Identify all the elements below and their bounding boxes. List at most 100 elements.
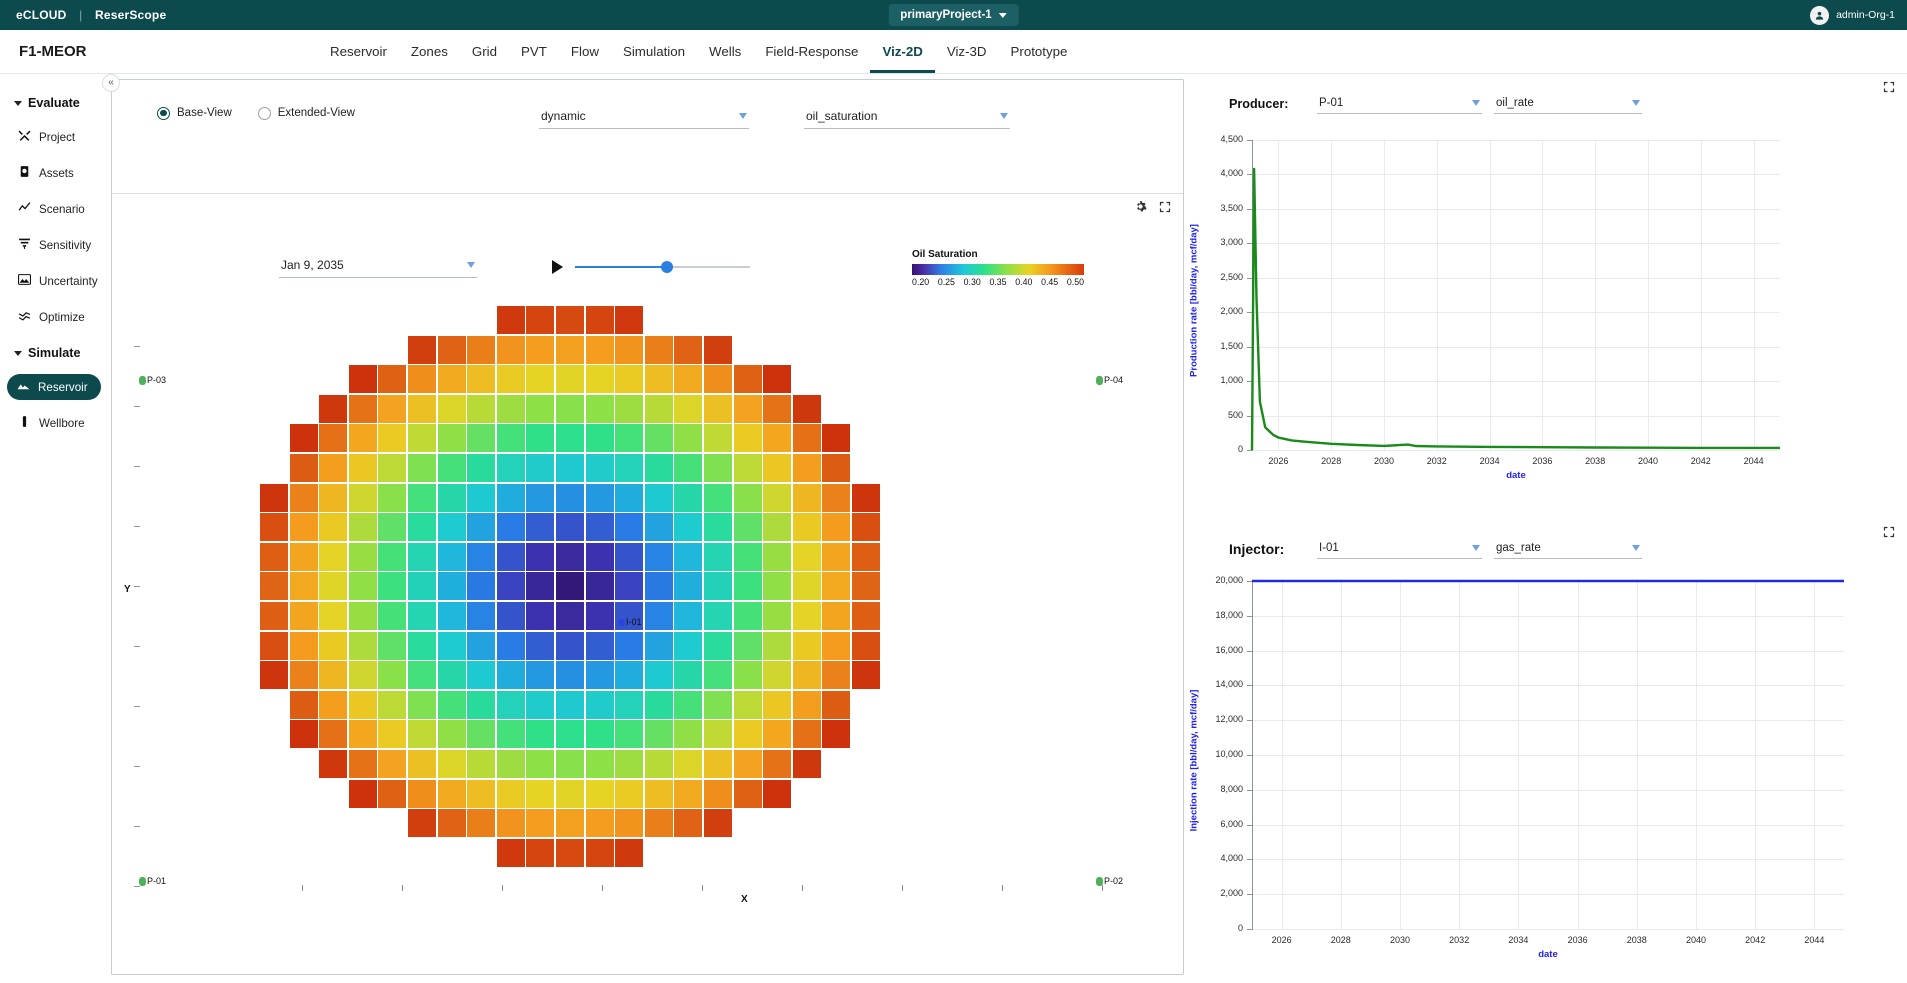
- heatmap-cell: [733, 394, 762, 423]
- producer-dot-icon: [139, 375, 146, 385]
- legend-tick: 0.40: [1015, 277, 1033, 287]
- well-label: I-01: [626, 617, 642, 627]
- heatmap-cell: [378, 483, 407, 512]
- sidebar-collapse-button[interactable]: «: [102, 74, 120, 92]
- well-charts-column: Producer: P-01 oil_rate 0 500 1,000 1,500 2,…: [1184, 74, 1907, 983]
- project-selector[interactable]: primaryProject-1: [888, 4, 1019, 26]
- tab-pvt[interactable]: PVT: [509, 30, 559, 73]
- expand-icon[interactable]: [1883, 80, 1895, 98]
- sidebar-item-label: Optimize: [39, 310, 85, 324]
- sidebar-item-sensitivity[interactable]: Sensitivity: [14, 232, 105, 258]
- heatmap-cell: [822, 572, 851, 601]
- heatmap-cell: [704, 631, 732, 660]
- heatmap-cell: [733, 572, 762, 601]
- tab-viz-2d[interactable]: Viz-2D: [870, 30, 934, 73]
- sidebar-group-simulate[interactable]: Simulate: [0, 342, 111, 364]
- heatmap-cell: [348, 750, 377, 778]
- well-marker-p-02[interactable]: P-02: [1096, 876, 1123, 886]
- sidebar-item-project[interactable]: Project: [14, 124, 105, 150]
- tab-grid[interactable]: Grid: [460, 30, 509, 73]
- heatmap-cell: [289, 454, 318, 482]
- tab-viz-3d[interactable]: Viz-3D: [935, 30, 999, 73]
- gear-icon[interactable]: [1134, 200, 1147, 215]
- heatmap-cell: [763, 365, 792, 394]
- heatmap-cell: [437, 365, 466, 394]
- heatmap-cell: [792, 424, 821, 453]
- heatmap-cell: [319, 661, 348, 690]
- tab-wells[interactable]: Wells: [697, 30, 753, 73]
- heatmap-cell: [526, 394, 555, 423]
- tab-simulation[interactable]: Simulation: [611, 30, 697, 73]
- heatmap-cell: [644, 779, 673, 808]
- heatmap-cell: [348, 779, 377, 808]
- heatmap-cell: [763, 631, 792, 660]
- heatmap-cell: [674, 454, 703, 482]
- heatmap-cell: [260, 542, 288, 571]
- heatmap-cell: [467, 750, 496, 778]
- heatmap-cell: [763, 513, 792, 542]
- well-marker-p-03[interactable]: P-03: [139, 375, 166, 385]
- heatmap-cell: [644, 513, 673, 542]
- sidebar-item-reservoir[interactable]: Reservoir: [7, 374, 101, 400]
- well-marker-p-01[interactable]: P-01: [139, 876, 166, 886]
- heatmap-cell: [260, 513, 288, 542]
- heatmap-cell: [615, 779, 644, 808]
- project-selector-label: primaryProject-1: [900, 9, 992, 21]
- heatmap-cell: [467, 513, 496, 542]
- heatmap-cell: [378, 572, 407, 601]
- well-marker-p-04[interactable]: P-04: [1096, 375, 1123, 385]
- heatmap-cell: [733, 513, 762, 542]
- heatmap-cell: [378, 750, 407, 778]
- sidebar-item-optimize[interactable]: Optimize: [14, 304, 105, 330]
- user-menu[interactable]: admin-Org-1: [1810, 5, 1895, 25]
- producer-well-select[interactable]: P-01: [1317, 95, 1482, 114]
- expand-icon[interactable]: [1159, 201, 1171, 215]
- sidebar-item-uncertainty[interactable]: Uncertainty: [14, 268, 105, 294]
- radio-extended-view[interactable]: Extended-View: [257, 106, 355, 120]
- heatmap-cell: [733, 365, 762, 394]
- heatmap-cell: [792, 483, 821, 512]
- asset-icon: [18, 165, 31, 181]
- heatmap-cell: [348, 483, 377, 512]
- heatmap-cell: [319, 631, 348, 660]
- sidebar-item-wellbore[interactable]: Wellbore: [14, 410, 105, 436]
- sidebar-item-scenario[interactable]: Scenario: [14, 196, 105, 222]
- tab-zones[interactable]: Zones: [399, 30, 460, 73]
- heatmap-cell: [556, 809, 584, 838]
- heatmap-cell: [496, 631, 525, 660]
- heatmap-cell: [704, 394, 732, 423]
- well-marker-i-01[interactable]: I-01: [618, 617, 642, 627]
- heatmap-cell: [852, 513, 880, 542]
- injector-well-select[interactable]: I-01: [1317, 540, 1482, 559]
- heatmap-cell: [792, 720, 821, 749]
- heatmap-cell: [289, 720, 318, 749]
- producer-well-value: P-01: [1319, 96, 1344, 109]
- tab-prototype[interactable]: Prototype: [999, 30, 1080, 73]
- heatmap-cell: [644, 809, 673, 838]
- heatmap-cell: [348, 690, 377, 719]
- property-select[interactable]: oil_saturation: [804, 106, 1010, 129]
- heatmap-cell: [792, 631, 821, 660]
- heatmap-cell: [763, 602, 792, 630]
- tab-reservoir[interactable]: Reservoir: [318, 30, 399, 73]
- property-group-select[interactable]: dynamic: [539, 106, 749, 129]
- sidebar-group-evaluate[interactable]: Evaluate: [0, 92, 111, 114]
- sidebar-item-assets[interactable]: Assets: [14, 160, 105, 186]
- producer-variable-select[interactable]: oil_rate: [1494, 95, 1642, 114]
- heatmap-cell: [319, 602, 348, 630]
- heatmap-cell: [822, 631, 851, 660]
- heatmap-cell: [526, 779, 555, 808]
- heatmap-cell: [556, 779, 584, 808]
- tab-field-response[interactable]: Field-Response: [753, 30, 870, 73]
- tab-flow[interactable]: Flow: [559, 30, 611, 73]
- axis-tick: [302, 885, 303, 891]
- injector-variable-select[interactable]: gas_rate: [1494, 540, 1642, 559]
- expand-icon[interactable]: [1883, 525, 1895, 543]
- heatmap-cell: [792, 394, 821, 423]
- heatmap-cell: [378, 631, 407, 660]
- heatmap-cell: [733, 779, 762, 808]
- heatmap-cell: [556, 720, 584, 749]
- heatmap-cell: [289, 572, 318, 601]
- heatmap-cell: [526, 838, 555, 867]
- radio-base-view[interactable]: Base-View: [157, 106, 232, 120]
